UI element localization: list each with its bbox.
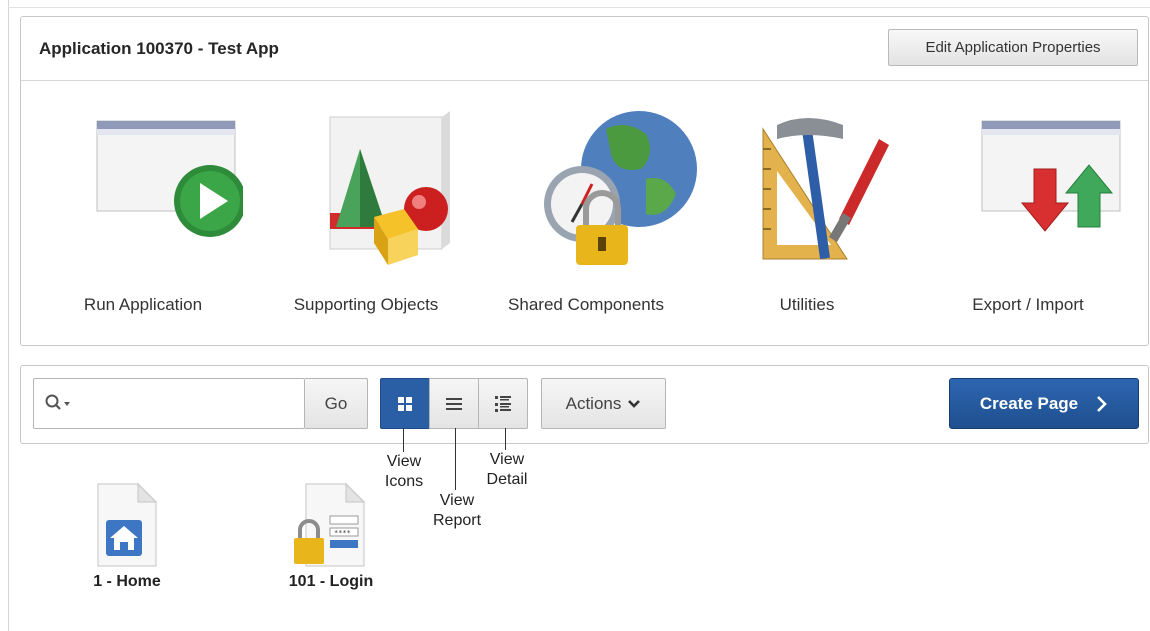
application-tiles: Run Application Supporting Objects Share… bbox=[21, 81, 1148, 346]
callout-text-line: Icons bbox=[384, 473, 424, 490]
tile-label: Shared Components bbox=[508, 295, 664, 314]
shared-components-icon bbox=[544, 111, 697, 265]
tile-label: Run Application bbox=[83, 295, 203, 314]
application-region: Application 100370 - Test App Edit Appli… bbox=[20, 16, 1149, 346]
tile-utilities[interactable]: Utilities bbox=[707, 81, 907, 346]
create-page-button[interactable]: Create Page bbox=[949, 378, 1139, 429]
frame-border-left bbox=[8, 0, 9, 631]
callout-line-report bbox=[455, 428, 456, 490]
search-input[interactable] bbox=[78, 387, 306, 421]
actions-button[interactable]: Actions bbox=[541, 378, 666, 429]
callout-text-line: View bbox=[386, 453, 422, 470]
callout-line-detail bbox=[505, 428, 506, 450]
search-icon[interactable] bbox=[44, 393, 74, 413]
application-header: Application 100370 - Test App Edit Appli… bbox=[21, 17, 1148, 81]
page-toolbar: Go Actions Create Page bbox=[20, 365, 1149, 444]
tile-export-import[interactable]: Export / Import bbox=[928, 81, 1128, 346]
tile-supporting-objects[interactable]: Supporting Objects bbox=[266, 81, 466, 346]
page-label: 1 - Home bbox=[93, 573, 161, 590]
tile-label: Export / Import bbox=[972, 295, 1084, 314]
login-page-icon: **** bbox=[294, 482, 366, 567]
tile-label: Utilities bbox=[779, 295, 835, 314]
callout-text-line: Report bbox=[432, 512, 482, 529]
callout-text-line: Detail bbox=[486, 471, 528, 488]
create-page-label: Create Page bbox=[979, 393, 1079, 413]
page-item-home[interactable]: 1 - Home bbox=[72, 480, 182, 600]
callout-text-line: View bbox=[439, 492, 475, 509]
callout-view-icons: View Icons bbox=[380, 452, 428, 492]
page-label: 101 - Login bbox=[288, 573, 374, 590]
utilities-icon bbox=[762, 118, 889, 260]
callout-line-icons bbox=[403, 428, 404, 452]
go-button[interactable]: Go bbox=[305, 378, 368, 429]
callout-view-report: View Report bbox=[428, 491, 486, 531]
tile-shared-components[interactable]: Shared Components bbox=[486, 81, 697, 346]
frame-border-top bbox=[8, 7, 1150, 8]
view-report-button[interactable] bbox=[429, 378, 479, 429]
svg-text:****: **** bbox=[334, 529, 351, 537]
export-import-icon bbox=[981, 120, 1121, 232]
edit-application-properties-button[interactable]: Edit Application Properties bbox=[888, 29, 1138, 66]
callout-text-line: View bbox=[489, 451, 525, 468]
chevron-right-icon bbox=[1097, 395, 1107, 412]
view-detail-button[interactable] bbox=[478, 378, 528, 429]
run-application-icon bbox=[96, 120, 243, 237]
search-box bbox=[33, 378, 306, 429]
view-icons-button[interactable] bbox=[380, 378, 430, 429]
callout-view-detail: View Detail bbox=[481, 450, 533, 490]
supporting-objects-icon bbox=[329, 111, 450, 265]
actions-label: Actions bbox=[565, 393, 622, 413]
detail-list-icon bbox=[495, 395, 511, 412]
home-page-icon bbox=[97, 482, 158, 567]
view-mode-group bbox=[380, 378, 528, 429]
chevron-down-icon bbox=[628, 399, 641, 408]
list-icon bbox=[446, 397, 462, 410]
page-item-login[interactable]: **** 101 - Login bbox=[276, 480, 386, 600]
application-title: Application 100370 - Test App bbox=[39, 39, 279, 58]
grid-icon bbox=[398, 396, 412, 411]
tile-label: Supporting Objects bbox=[293, 295, 439, 314]
tile-run-application[interactable]: Run Application bbox=[43, 81, 243, 346]
